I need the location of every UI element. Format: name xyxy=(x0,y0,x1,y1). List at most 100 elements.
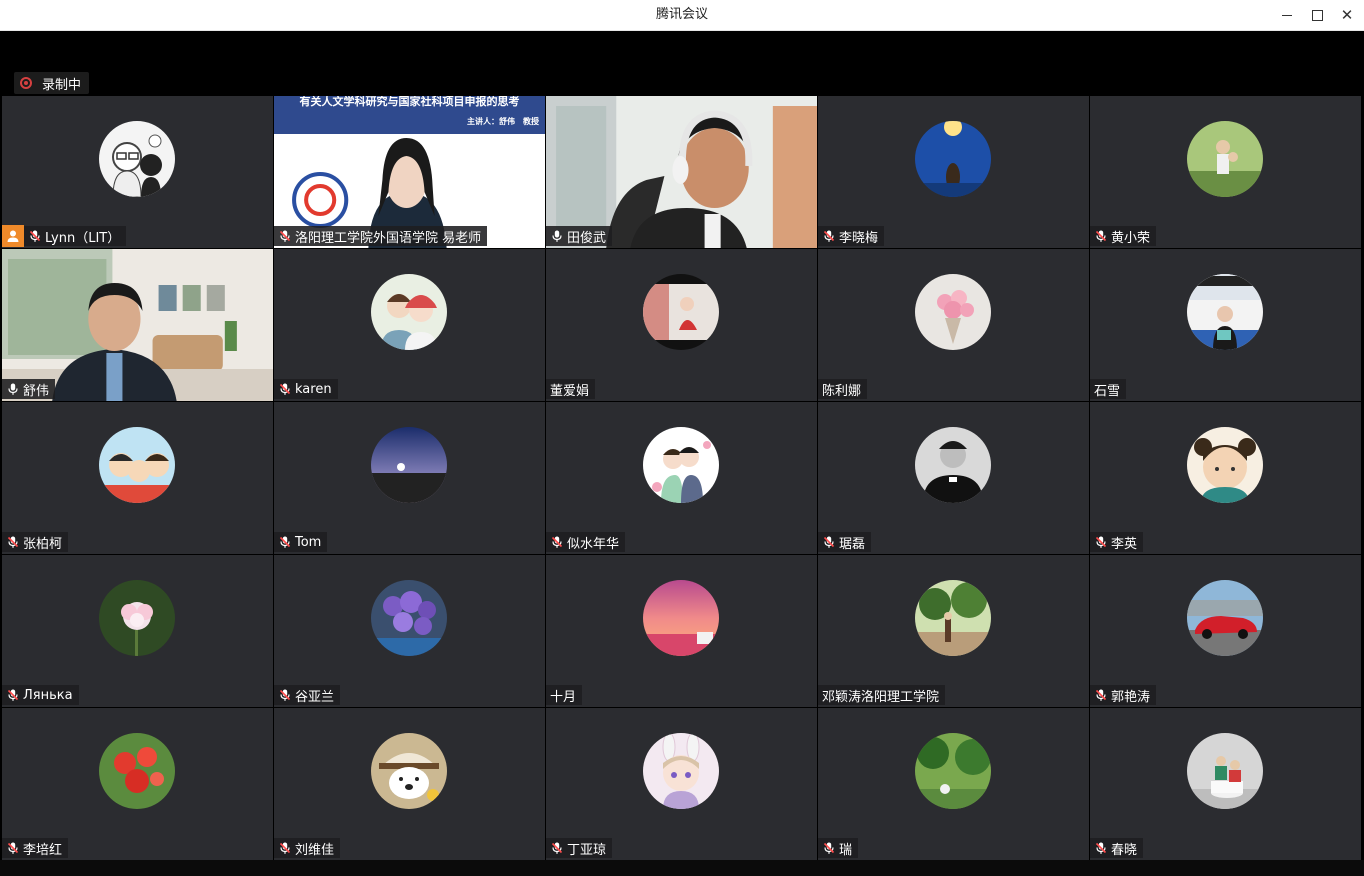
participant-tile[interactable]: 邓颖涛洛阳理工学院 xyxy=(818,555,1089,707)
participant-tile[interactable]: 李英 xyxy=(1090,402,1361,554)
participant-nameplate: 石雪 xyxy=(1090,379,1127,399)
participant-tile[interactable]: Lynn（LIT） xyxy=(2,96,273,248)
close-icon: ✕ xyxy=(1340,6,1354,24)
cartoon-family-avatar xyxy=(99,427,175,503)
mic-muted-icon xyxy=(822,535,839,549)
mic-muted-icon xyxy=(278,535,295,549)
purple-flowers-avatar xyxy=(371,580,447,656)
recording-label: 录制中 xyxy=(42,77,82,93)
minimize-icon xyxy=(1282,14,1292,16)
record-icon xyxy=(20,77,32,89)
night-sky-avatar xyxy=(915,121,991,197)
participant-tile[interactable]: 李培红 xyxy=(2,708,273,860)
slide-subtitle: 主讲人：舒伟 教授 xyxy=(467,117,539,126)
participant-nameplate: 董爱娟 xyxy=(546,379,596,399)
recording-indicator[interactable]: 录制中 xyxy=(14,72,90,94)
lotus-flower-avatar xyxy=(99,580,175,656)
maximize-button[interactable] xyxy=(1302,0,1332,30)
close-button[interactable]: ✕ xyxy=(1332,0,1362,30)
participant-tile[interactable]: 郭艳涛 xyxy=(1090,555,1361,707)
participant-nameplate: Tom xyxy=(274,532,328,552)
participant-nameplate: 丁亚琼 xyxy=(546,838,613,858)
bunny-girl-avatar xyxy=(643,733,719,809)
participant-tile[interactable]: 丁亚琼 xyxy=(546,708,817,860)
sunset-silhouette-avatar xyxy=(371,427,447,503)
participant-nameplate: karen xyxy=(274,379,338,399)
participant-name: 琚磊 xyxy=(839,536,866,552)
participant-nameplate: 张柏柯 xyxy=(2,532,69,552)
participant-name: 李英 xyxy=(1111,536,1138,552)
puppy-hat-avatar xyxy=(371,733,447,809)
participant-nameplate: 陈利娜 xyxy=(818,379,868,399)
participant-nameplate: 李英 xyxy=(1090,532,1144,552)
participant-tile[interactable]: 瑞 xyxy=(818,708,1089,860)
participant-grid: Lynn（LIT） 有关人文学科研究与国家社科项目申报的思考主讲人：舒伟 教授洛阳… xyxy=(2,96,1362,860)
bottom-toolbar-strip xyxy=(0,860,1364,876)
participant-tile[interactable]: 琚磊 xyxy=(818,402,1089,554)
participant-tile[interactable]: 董爱娟 xyxy=(546,249,817,401)
participant-name: 李培红 xyxy=(23,842,63,858)
participant-name: 董爱娟 xyxy=(550,383,590,399)
participant-name: 郭艳涛 xyxy=(1111,689,1151,705)
window-title: 腾讯会议 xyxy=(655,7,708,22)
participant-name: karen xyxy=(295,381,332,397)
red-flowers-avatar xyxy=(99,733,175,809)
participant-name: 石雪 xyxy=(1094,383,1121,399)
mic-muted-icon xyxy=(6,535,23,549)
mic-muted-icon xyxy=(822,841,839,855)
participant-nameplate: Lynn（LIT） xyxy=(2,225,127,247)
participant-name: 田俊武 xyxy=(567,230,607,246)
mic-muted-icon xyxy=(822,229,839,243)
participant-nameplate: 十月 xyxy=(546,685,583,705)
participant-tile[interactable]: karen xyxy=(274,249,545,401)
green-park-avatar xyxy=(915,733,991,809)
mic-muted-icon xyxy=(278,688,295,702)
mic-muted-icon xyxy=(1094,229,1111,243)
participant-nameplate: 洛阳理工学院外国语学院 易老师 xyxy=(274,226,488,246)
participant-tile[interactable]: 黄小荣 xyxy=(1090,96,1361,248)
participant-nameplate: 瑞 xyxy=(818,838,859,858)
participant-tile[interactable]: 舒伟 xyxy=(2,249,273,401)
participant-name: 丁亚琼 xyxy=(567,842,607,858)
red-sportscar-avatar xyxy=(1187,580,1263,656)
participant-tile[interactable]: 十月 xyxy=(546,555,817,707)
wedding-cartoon-avatar xyxy=(643,427,719,503)
school-sign-avatar xyxy=(1187,274,1263,350)
participant-name: 瑞 xyxy=(839,842,853,858)
mic-muted-icon xyxy=(278,841,295,855)
participant-name: 刘维佳 xyxy=(295,842,335,858)
mic-muted-icon xyxy=(1094,841,1111,855)
participant-nameplate: 李培红 xyxy=(2,838,69,858)
participant-tile[interactable]: 有关人文学科研究与国家社科项目申报的思考主讲人：舒伟 教授洛阳理工学院外国语学院… xyxy=(274,96,545,248)
participant-tile[interactable]: Tom xyxy=(274,402,545,554)
title-bar[interactable]: 腾讯会议 ✕ xyxy=(0,0,1364,31)
garden-trees-avatar xyxy=(915,580,991,656)
participant-name: 十月 xyxy=(550,689,577,705)
participant-nameplate: 琚磊 xyxy=(818,532,872,552)
participant-nameplate: 谷亚兰 xyxy=(274,685,341,705)
participant-tile[interactable]: 似水年华 xyxy=(546,402,817,554)
illustrated-couple-avatar xyxy=(371,274,447,350)
participant-name: 似水年华 xyxy=(567,536,620,552)
cartoon-girl-avatar xyxy=(1187,427,1263,503)
participant-tile[interactable]: 刘维佳 xyxy=(274,708,545,860)
mic-muted-icon xyxy=(1094,688,1111,702)
mic-muted-icon xyxy=(1094,535,1111,549)
minimize-button[interactable] xyxy=(1272,0,1302,30)
participant-tile[interactable]: 李晓梅 xyxy=(818,96,1089,248)
participant-nameplate: 李晓梅 xyxy=(818,226,885,246)
participant-name: 李晓梅 xyxy=(839,230,879,246)
participant-nameplate: 黄小荣 xyxy=(1090,226,1157,246)
participant-tile[interactable]: 春晓 xyxy=(1090,708,1361,860)
slide-title: 有关人文学科研究与国家社科项目申报的思考 xyxy=(299,96,520,108)
participant-tile[interactable]: Лянька xyxy=(2,555,273,707)
participant-tile[interactable]: 张柏柯 xyxy=(2,402,273,554)
participant-nameplate: 舒伟 xyxy=(2,379,56,399)
participant-nameplate: 田俊武 xyxy=(546,226,613,246)
outdoor-family-avatar xyxy=(1187,121,1263,197)
participant-tile[interactable]: 陈利娜 xyxy=(818,249,1089,401)
participant-tile[interactable]: 田俊武 xyxy=(546,96,817,248)
participant-tile[interactable]: 谷亚兰 xyxy=(274,555,545,707)
mic-muted-icon xyxy=(6,841,23,855)
participant-tile[interactable]: 石雪 xyxy=(1090,249,1361,401)
